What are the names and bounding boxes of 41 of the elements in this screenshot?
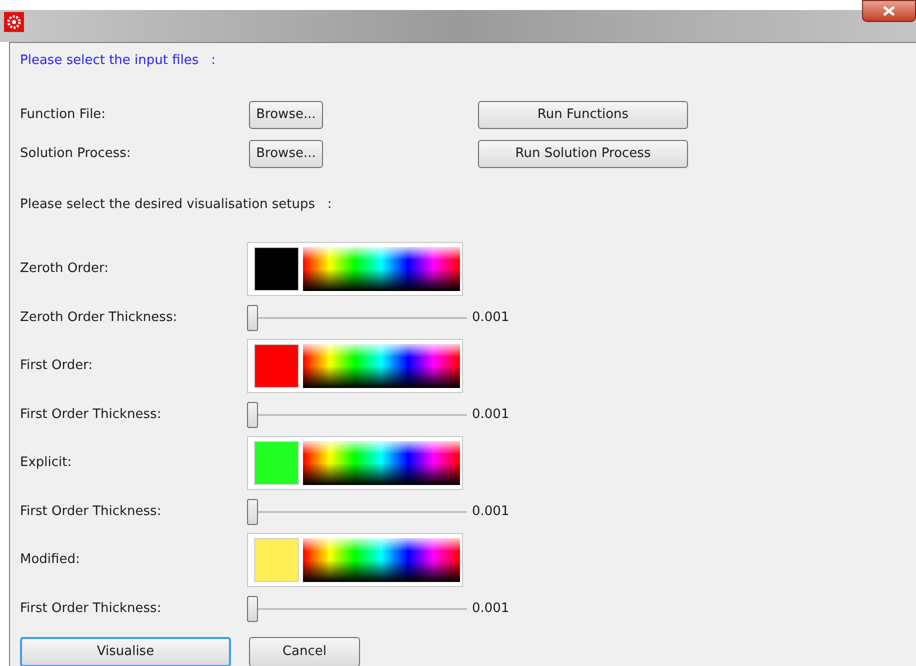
field-label: Function File:: [20, 106, 107, 124]
slider-thumb[interactable]: [247, 596, 258, 622]
spectrum-drawing[interactable]: [303, 441, 460, 485]
slider-track[interactable]: [247, 304, 467, 330]
run-button[interactable]: Run Functions: [478, 101, 688, 129]
slider-thumb[interactable]: [247, 498, 258, 524]
color-picker[interactable]: [247, 533, 463, 587]
slider-value: 0.001: [472, 308, 510, 327]
spectrum-drawing[interactable]: [303, 344, 460, 388]
browse-button[interactable]: Browse...: [249, 140, 323, 168]
slider-value: 0.001: [472, 406, 510, 424]
section-heading: Please select the input files :: [20, 52, 216, 70]
section-heading: Please select the desired visualisation setups :: [20, 196, 332, 214]
slider-thumb[interactable]: [247, 304, 258, 330]
field-label: Zeroth Order Thickness:: [20, 308, 178, 327]
run-button[interactable]: Run Solution Process: [478, 140, 688, 168]
color-picker[interactable]: [247, 436, 463, 490]
dialog-button[interactable]: Cancel: [249, 637, 360, 666]
color-picker[interactable]: [247, 339, 463, 393]
field-label: Modified:: [20, 551, 81, 570]
slider-track[interactable]: [247, 402, 467, 428]
spectrum-drawing[interactable]: [303, 247, 460, 291]
spectrum-drawing[interactable]: [303, 538, 460, 582]
field-label: First Order:: [20, 357, 94, 376]
field-label: Solution Process:: [20, 145, 132, 164]
color-picker[interactable]: [247, 242, 463, 296]
field-label: Zeroth Order:: [20, 260, 110, 278]
slider-thumb[interactable]: [247, 402, 258, 428]
close-icon: [883, 6, 895, 16]
slider-track[interactable]: [247, 596, 467, 622]
slider-value: 0.001: [472, 502, 510, 521]
gear-icon: [4, 12, 24, 32]
field-label: Explicit:: [20, 454, 73, 472]
browse-button[interactable]: Browse...: [249, 101, 323, 129]
close-button[interactable]: [862, 0, 916, 22]
field-label: First Order Thickness:: [20, 600, 162, 618]
field-label: First Order Thickness:: [20, 502, 162, 521]
dialog-button[interactable]: Visualise: [20, 637, 231, 666]
field-label: First Order Thickness:: [20, 406, 162, 424]
slider-value: 0.001: [472, 600, 510, 618]
slider-track[interactable]: [247, 498, 467, 524]
